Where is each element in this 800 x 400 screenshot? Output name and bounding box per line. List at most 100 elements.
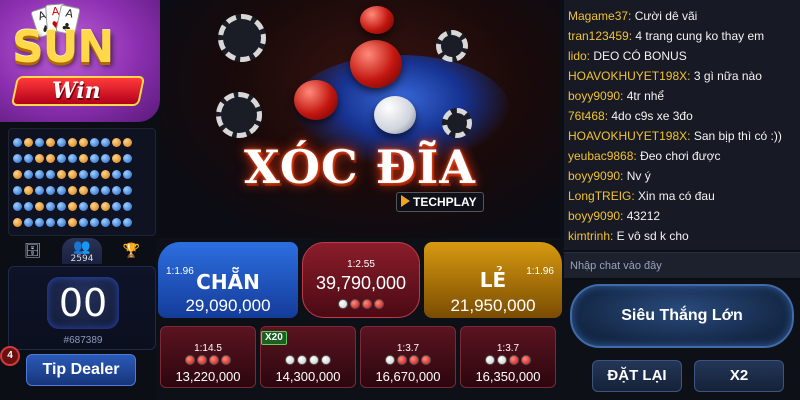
- control-panel: Siêu Thắng Lớn ĐẶT LẠI X2: [564, 280, 800, 400]
- history-dot-odd: [13, 186, 22, 196]
- odds-label: 1:2.55: [347, 259, 375, 270]
- chat-message: kimtrinh: E vô sd k cho: [568, 226, 796, 246]
- history-dot-odd: [90, 218, 99, 228]
- players-icon: 👥: [73, 238, 91, 255]
- odds-label: 1:3.7: [496, 343, 520, 354]
- chat-message: tran123459: 4 trang cung ko thay em: [568, 26, 796, 46]
- chat-username[interactable]: 76t468:: [568, 109, 608, 123]
- chat-username[interactable]: HOAVOKHUYET198X:: [568, 69, 690, 83]
- chat-text: 4tr nhể: [623, 89, 665, 103]
- history-dot-odd: [68, 153, 77, 163]
- history-dot-odd: [112, 186, 121, 196]
- red-disc-graphic: [360, 6, 394, 34]
- notification-badge[interactable]: 4: [0, 346, 20, 366]
- history-dot-even: [68, 137, 77, 147]
- poker-chip-graphic: [218, 14, 266, 62]
- chat-message: yeubac9868: Đeo chơi được: [568, 146, 796, 166]
- bet-amount: 16,350,000: [475, 369, 541, 384]
- chat-username[interactable]: boyy9090:: [568, 89, 623, 103]
- white-disc-icon: [321, 355, 331, 365]
- game-screen: A♠ A♥ A♣ SUN Win 🗄 👥 2594 🏆 00 #687389 4…: [0, 0, 800, 400]
- chat-text: Cười dê vãi: [631, 9, 698, 23]
- side-bet-three-red[interactable]: 1:3.7 16,670,000: [360, 326, 456, 388]
- chat-message: boyy9090: Nv ý: [568, 166, 796, 186]
- side-bet-three-white[interactable]: 1:3.7 16,350,000: [460, 326, 556, 388]
- chat-username[interactable]: HOAVOKHUYET198X:: [568, 129, 690, 143]
- red-disc-icon: [209, 355, 219, 365]
- chat-message: LongTREIG: Xin ma có đau: [568, 186, 796, 206]
- tab-leaderboard[interactable]: 🏆: [111, 238, 151, 264]
- history-dot-odd: [123, 218, 132, 228]
- countdown-timer: 00: [47, 277, 119, 329]
- history-dot-odd: [123, 169, 132, 179]
- history-dot-even: [68, 202, 77, 212]
- multiplier-badge: X20: [261, 331, 287, 345]
- history-dot-odd: [123, 153, 132, 163]
- chat-text: 3 gì nữa nào: [690, 69, 762, 83]
- double-bet-button[interactable]: X2: [694, 360, 784, 392]
- history-dot-odd: [101, 218, 110, 228]
- history-dot-odd: [24, 218, 33, 228]
- chat-panel[interactable]: Magame37: Cười dê vãi tran123459: 4 trang…: [564, 0, 800, 250]
- chat-username[interactable]: boyy9090:: [568, 169, 623, 183]
- history-dot-odd: [90, 137, 99, 147]
- bet-amount: 39,790,000: [315, 273, 407, 293]
- chat-message: boyy9090: 4tr nhể: [568, 86, 796, 106]
- history-dot-even: [57, 169, 66, 179]
- chat-username[interactable]: kimtrinh:: [568, 229, 613, 243]
- result-dots: [161, 355, 255, 365]
- result-dots: [261, 355, 355, 365]
- history-dot-odd: [24, 202, 33, 212]
- chat-username[interactable]: LongTREIG:: [568, 189, 635, 203]
- chat-input[interactable]: [564, 252, 800, 278]
- poker-chip-graphic: [216, 92, 262, 138]
- reset-bet-button[interactable]: ĐẶT LẠI: [592, 360, 682, 392]
- chat-username[interactable]: yeubac9868:: [568, 149, 637, 163]
- history-dot-even: [46, 153, 55, 163]
- history-dot-odd: [90, 169, 99, 179]
- bet-center[interactable]: 1:2.55 39,790,000: [302, 242, 420, 318]
- history-dot-odd: [101, 137, 110, 147]
- chat-text: 4 trang cung ko thay em: [632, 29, 765, 43]
- history-dot-even: [79, 186, 88, 196]
- chat-username[interactable]: boyy9090:: [568, 209, 623, 223]
- history-dot-odd: [57, 202, 66, 212]
- tab-players[interactable]: 👥 2594: [61, 238, 102, 264]
- side-bet-four-white[interactable]: X20 14,300,000: [260, 326, 356, 388]
- chat-username[interactable]: Magame37:: [568, 9, 631, 23]
- history-dot-even: [112, 137, 121, 147]
- side-bet-four-red[interactable]: 1:14.5 13,220,000: [160, 326, 256, 388]
- history-dot-even: [68, 186, 77, 196]
- history-row: [13, 151, 151, 165]
- players-count: 2594: [70, 253, 94, 264]
- history-dot-even: [68, 169, 77, 179]
- white-disc-icon: [485, 355, 495, 365]
- chat-message: boyy9090: 43212: [568, 206, 796, 226]
- provider-badge: TECHPLAY: [396, 192, 484, 212]
- game-title: XÓC ĐĨA: [244, 140, 476, 194]
- history-dot-odd: [57, 186, 66, 196]
- history-dot-odd: [57, 137, 66, 147]
- chat-username[interactable]: lido:: [568, 49, 590, 63]
- bet-even-chan[interactable]: 1:1.96 CHẴN 29,090,000: [158, 242, 298, 318]
- chat-message: Magame37: Cười dê vãi: [568, 6, 796, 26]
- bet-odd-le[interactable]: 1:1.96 LẺ 21,950,000: [424, 242, 562, 318]
- history-row: [13, 135, 151, 149]
- white-disc-icon: [309, 355, 319, 365]
- history-dot-even: [13, 169, 22, 179]
- big-win-button[interactable]: Siêu Thắng Lớn: [570, 284, 794, 348]
- tab-history[interactable]: 🗄: [13, 238, 53, 264]
- sunwin-logo: A♠ A♥ A♣ SUN Win: [0, 0, 160, 122]
- chat-username[interactable]: tran123459:: [568, 29, 632, 43]
- red-disc-icon: [197, 355, 207, 365]
- red-disc-icon: [509, 355, 519, 365]
- bet-amount: 21,950,000: [450, 296, 536, 315]
- bet-amount: 29,090,000: [185, 296, 271, 315]
- chat-message: HOAVOKHUYET198X: 3 gì nữa nào: [568, 66, 796, 86]
- result-dots: [361, 355, 455, 365]
- history-dot-odd: [90, 153, 99, 163]
- history-row: [13, 167, 151, 181]
- tip-dealer-button[interactable]: Tip Dealer: [26, 354, 136, 386]
- history-dot-odd: [46, 186, 55, 196]
- history-dot-even: [24, 186, 33, 196]
